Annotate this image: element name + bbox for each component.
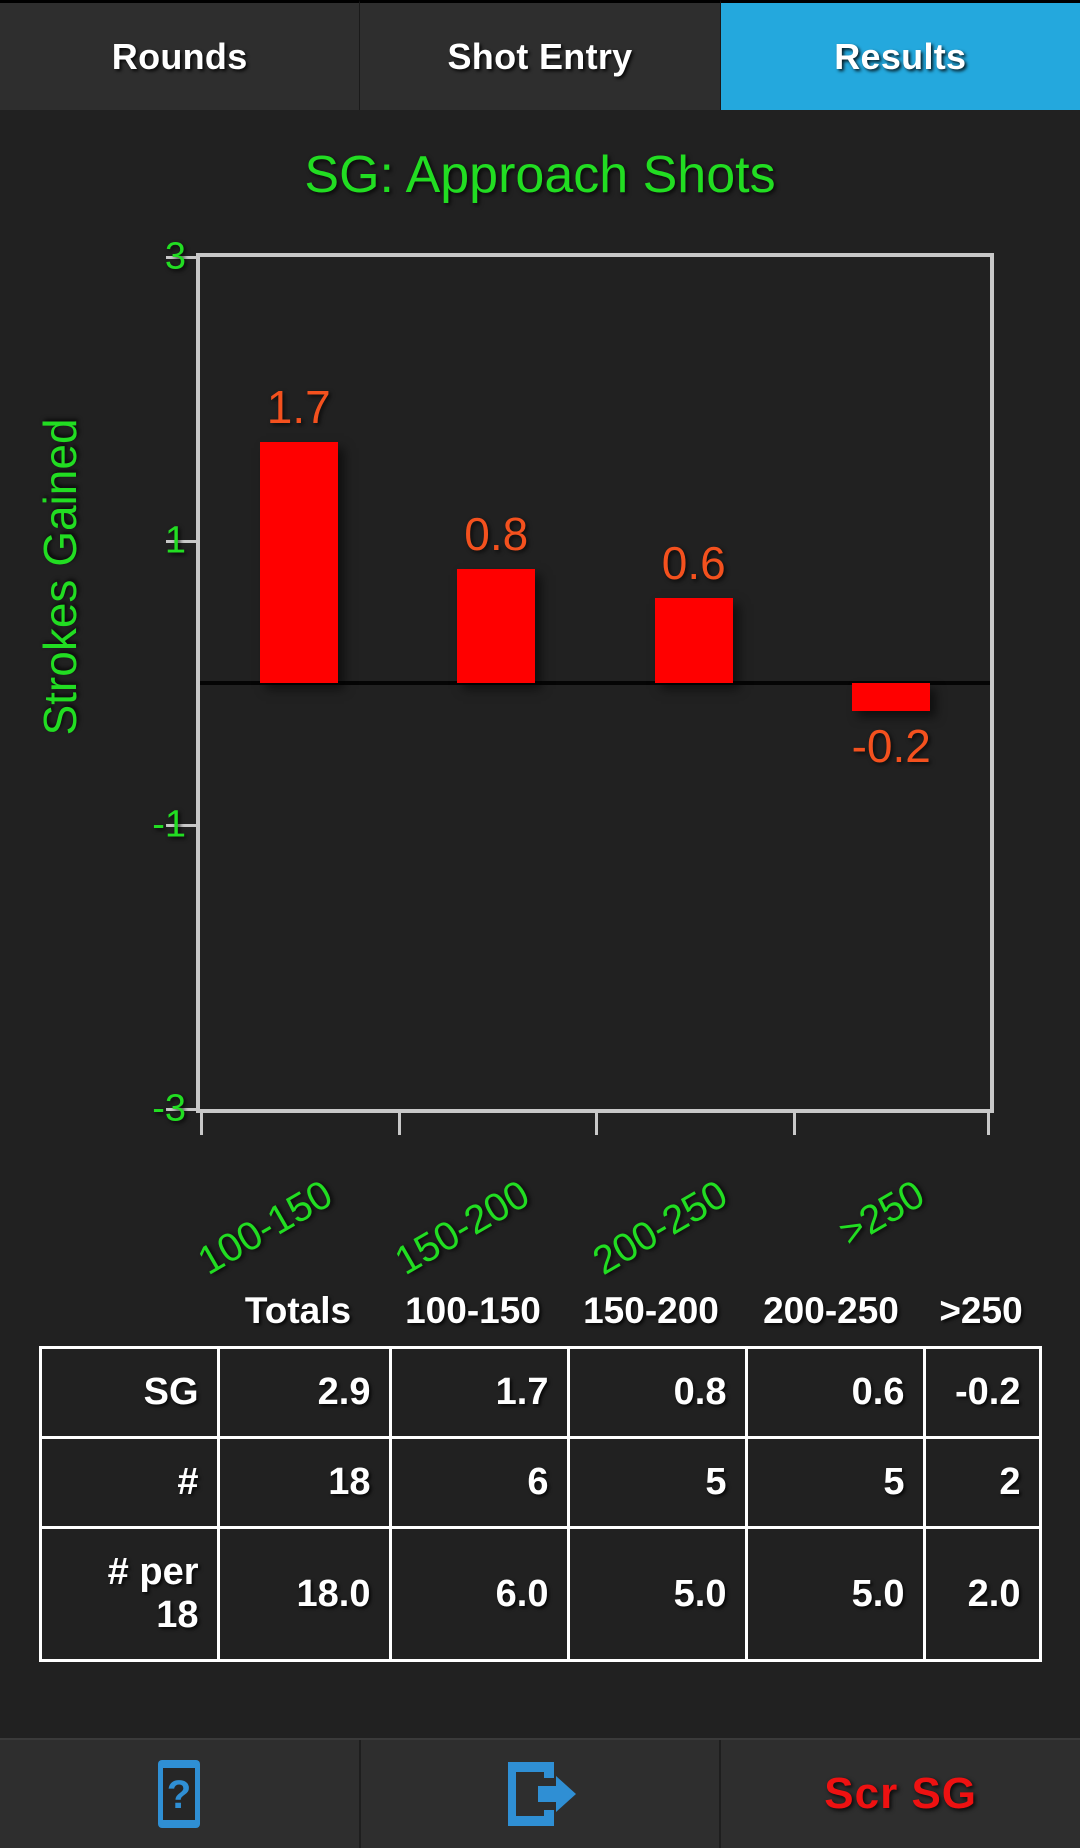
cell-per18-200-250: 5.0: [744, 1526, 926, 1662]
bar-value-label: 1.7: [266, 380, 331, 433]
scr-sg-button[interactable]: Scr SG: [721, 1740, 1080, 1848]
help-phone-icon: ?: [156, 1758, 202, 1830]
header-spacer: [40, 1290, 212, 1332]
x-axis-category-label: >250: [831, 1172, 932, 1256]
x-axis-tick: [397, 1109, 401, 1135]
x-axis-tick: [987, 1109, 990, 1135]
cell-per18-totals: 18.0: [216, 1526, 392, 1662]
cell-sg-gt250: -0.2: [922, 1346, 1042, 1439]
cell-count-gt250: 2: [922, 1436, 1042, 1529]
x-axis-tick: [200, 1109, 203, 1135]
cell-per18-gt250: 2.0: [922, 1526, 1042, 1662]
header-totals: Totals: [244, 1290, 352, 1331]
scr-sg-label: Scr SG: [824, 1769, 978, 1818]
y-axis-tick-label: -3: [152, 1087, 186, 1130]
y-axis-tick-label: 3: [164, 235, 186, 278]
x-axis-tick: [792, 1109, 796, 1135]
row-label-count: #: [38, 1436, 220, 1529]
tab-shot-entry[interactable]: Shot Entry: [360, 0, 721, 110]
bar-value-label: 0.8: [464, 508, 529, 561]
bar-value-label: 0.6: [661, 536, 726, 589]
tab-shot-entry-label: Shot Entry: [447, 35, 633, 77]
y-axis-label: Strokes Gained: [34, 418, 86, 736]
table-row: # per 18 18.0 6.0 5.0 5.0 2.0: [38, 1526, 1042, 1662]
chart-container: SG: Approach Shots Strokes Gained 3 1 -1 -3…: [0, 110, 1080, 1290]
cell-per18-100-150: 6.0: [388, 1526, 570, 1662]
cell-count-totals: 18: [216, 1436, 392, 1529]
chart-bar: [457, 569, 536, 683]
bottom-toolbar: ? Scr SG: [0, 1738, 1080, 1848]
chart-bar: [654, 597, 733, 683]
tab-rounds-label: Rounds: [111, 35, 248, 77]
table-column-headers: Totals 100-150 150-200 200-250 >250: [40, 1290, 1040, 1346]
y-axis-tick-label: 1: [164, 519, 186, 562]
header-100-150: 100-150: [405, 1290, 541, 1331]
y-axis-tick-label: -1: [152, 803, 186, 846]
table-row: # 18 6 5 5 2: [38, 1436, 1042, 1529]
tab-results-label: Results: [834, 35, 967, 77]
exit-arrow-icon: [500, 1758, 580, 1830]
cell-sg-totals: 2.9: [216, 1346, 392, 1439]
bar-value-label: -0.2: [851, 720, 931, 773]
cell-count-200-250: 5: [744, 1436, 926, 1529]
x-axis-category-label: 100-150: [190, 1172, 340, 1284]
row-label-per18: # per 18: [38, 1526, 220, 1662]
app-root: Rounds Shot Entry Results SG: Approach S…: [0, 0, 1080, 1848]
row-label-sg: SG: [38, 1346, 220, 1439]
top-tab-bar: Rounds Shot Entry Results: [0, 0, 1080, 110]
exit-button[interactable]: [360, 1740, 722, 1848]
header-200-250: 200-250: [763, 1290, 899, 1331]
chart-bar: [852, 683, 931, 712]
chart-bar: [259, 441, 338, 683]
tab-results[interactable]: Results: [720, 0, 1080, 110]
chart-title: SG: Approach Shots: [304, 146, 776, 204]
results-table-section: Totals 100-150 150-200 200-250 >250 SG 2…: [0, 1290, 1080, 1662]
cell-per18-150-200: 5.0: [566, 1526, 748, 1662]
header-gt250: >250: [939, 1290, 1023, 1331]
cell-sg-150-200: 0.8: [566, 1346, 748, 1439]
cell-count-100-150: 6: [388, 1436, 570, 1529]
x-axis-tick: [595, 1109, 598, 1135]
cell-sg-200-250: 0.6: [744, 1346, 926, 1439]
tab-rounds[interactable]: Rounds: [0, 0, 361, 110]
cell-sg-100-150: 1.7: [388, 1346, 570, 1439]
cell-count-150-200: 5: [566, 1436, 748, 1529]
table-row: SG 2.9 1.7 0.8 0.6 -0.2: [38, 1346, 1042, 1439]
header-150-200: 150-200: [583, 1290, 719, 1331]
plot-area: 3 1 -1 -3 1.7 100-150 0.8 150-200 0.6 200-250 -0.2…: [152, 236, 994, 1284]
x-axis-category-label: 200-250: [585, 1172, 735, 1284]
svg-text:?: ?: [167, 1773, 191, 1817]
x-axis-category-label: 150-200: [387, 1172, 537, 1284]
results-table: SG 2.9 1.7 0.8 0.6 -0.2 # 18 6 5 5 2 # p…: [38, 1346, 1042, 1662]
help-button[interactable]: ?: [0, 1740, 361, 1848]
